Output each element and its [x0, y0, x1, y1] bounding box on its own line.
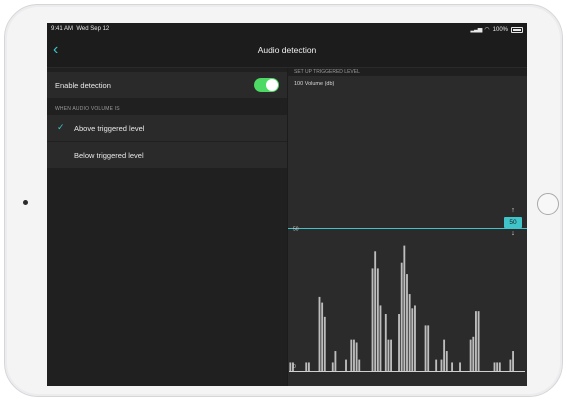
option-below[interactable]: Below triggered level — [47, 142, 287, 168]
volume-bar — [496, 362, 499, 371]
volume-bar — [350, 339, 353, 371]
volume-bar — [406, 274, 408, 371]
volume-bar — [493, 362, 496, 371]
option-below-label: Below triggered level — [74, 151, 144, 160]
volume-bar — [459, 362, 461, 371]
enable-detection-toggle[interactable] — [254, 78, 279, 92]
wifi-icon: ◠ — [484, 27, 490, 33]
tablet-frame: 9:41 AM Wed Sep 12 ▂▃▅ ◠ 100% ‹ Audio de… — [4, 4, 563, 397]
arrow-down-icon[interactable]: ↓ — [508, 230, 518, 237]
volume-bar — [408, 294, 411, 371]
volume-bar — [512, 351, 514, 371]
volume-bar — [414, 305, 416, 371]
volume-bar — [379, 305, 382, 371]
volume-bar — [445, 351, 448, 371]
volume-bar — [477, 311, 480, 371]
volume-bar — [321, 302, 324, 371]
home-button[interactable] — [537, 193, 559, 215]
arrow-up-icon[interactable]: ↑ — [508, 207, 518, 214]
volume-bar — [376, 268, 379, 371]
status-date: Wed Sep 12 — [76, 26, 110, 32]
volume-bar — [374, 251, 377, 371]
volume-bar — [345, 359, 347, 371]
enable-detection-label: Enable detection — [55, 81, 111, 90]
volume-bar — [318, 296, 321, 371]
status-time: 9:41 AM — [51, 26, 74, 32]
volume-bar — [435, 359, 438, 371]
volume-bar — [411, 308, 414, 371]
volume-bar — [334, 351, 337, 371]
volume-bar — [305, 362, 308, 371]
volume-bar — [323, 316, 326, 371]
navigation-bar: ‹ Audio detection — [47, 35, 527, 68]
volume-bar — [475, 311, 477, 371]
option-above-label: Above triggered level — [74, 124, 145, 133]
volume-bar — [403, 245, 406, 371]
volume-bar — [472, 336, 475, 371]
level-panel: 50 0 SET UP TRIGGERED LEVEL 100 Volume (d… — [288, 68, 527, 386]
level-tick-label: 50 — [293, 226, 299, 232]
volume-bar — [469, 339, 472, 371]
volume-bar — [371, 268, 374, 371]
volume-bar — [353, 339, 355, 371]
option-above[interactable]: ✓ Above triggered level — [47, 115, 287, 141]
zero-tick-label: 0 — [293, 364, 296, 370]
volume-bar — [355, 342, 358, 371]
battery-icon — [511, 26, 523, 33]
volume-bar — [440, 359, 443, 371]
audio-level-chart[interactable]: 50 0 — [288, 68, 527, 386]
volume-bar — [307, 362, 310, 371]
checkmark-icon: ✓ — [57, 122, 65, 132]
volume-bar — [509, 359, 512, 371]
volume-bar — [443, 339, 446, 371]
volume-bar — [400, 262, 403, 371]
screen: 9:41 AM Wed Sep 12 ▂▃▅ ◠ 100% ‹ Audio de… — [47, 23, 527, 386]
axis-label: 100 Volume (db) — [294, 81, 335, 87]
volume-bar — [451, 362, 453, 371]
level-badge[interactable]: 50 — [504, 217, 522, 228]
panel-header: SET UP TRIGGERED LEVEL — [288, 68, 527, 76]
volume-bar — [424, 325, 427, 371]
page-title: Audio detection — [257, 45, 317, 55]
volume-bar — [390, 339, 393, 371]
volume-bar — [498, 362, 501, 371]
section-label: WHEN AUDIO VOLUME IS — [55, 106, 120, 112]
status-bar: 9:41 AM Wed Sep 12 ▂▃▅ ◠ 100% — [47, 23, 527, 35]
volume-bar — [398, 314, 400, 371]
volume-bar — [358, 359, 361, 371]
volume-bar — [331, 362, 334, 371]
camera-dot — [23, 200, 28, 205]
volume-bar — [384, 314, 387, 371]
signal-icon: ▂▃▅ — [470, 27, 483, 33]
settings-pane: Enable detection WHEN AUDIO VOLUME IS ✓ … — [47, 68, 287, 386]
volume-bar — [289, 362, 292, 371]
volume-bar — [387, 339, 390, 371]
enable-detection-row[interactable]: Enable detection — [47, 72, 287, 98]
volume-bar — [427, 325, 430, 371]
battery-percent: 100% — [492, 26, 508, 33]
